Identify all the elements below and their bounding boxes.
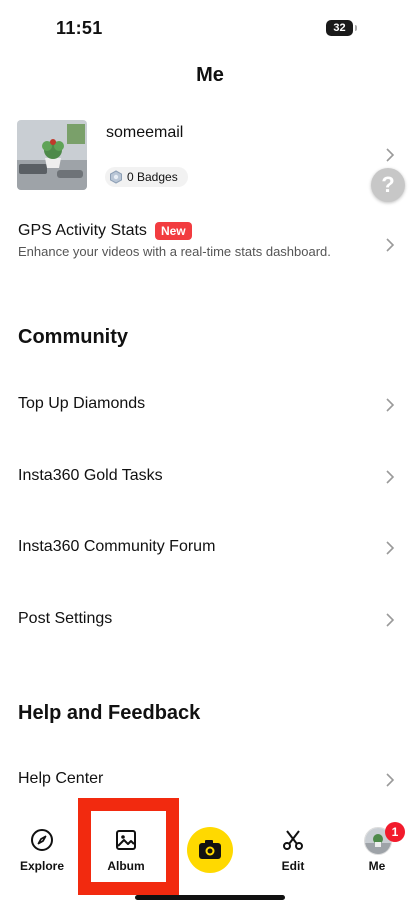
battery-icon: 32: [326, 20, 353, 36]
badges-label: 0 Badges: [127, 170, 178, 184]
menu-item-label: Help Center: [18, 770, 104, 787]
chevron-right-icon: [386, 148, 395, 162]
image-icon: [116, 830, 136, 850]
help-feedback-section-title: Help and Feedback: [18, 702, 201, 724]
battery-tip: [355, 25, 357, 31]
menu-item-label: Insta360 Gold Tasks: [18, 467, 163, 484]
chevron-right-icon: [386, 541, 395, 555]
menu-item-post-settings[interactable]: Post Settings: [0, 598, 420, 642]
bottom-tab-bar: Explore Album Edit Me 1: [0, 808, 420, 909]
menu-item-help-center[interactable]: Help Center: [0, 758, 420, 802]
menu-item-community-forum[interactable]: Insta360 Community Forum: [0, 526, 420, 570]
menu-item-label: Insta360 Community Forum: [18, 538, 216, 555]
chevron-right-icon: [386, 238, 395, 252]
tab-album-label: Album: [107, 859, 145, 873]
tab-edit-label: Edit: [281, 859, 305, 873]
notification-badge: 1: [385, 822, 405, 842]
compass-icon: [31, 829, 53, 851]
tab-explore[interactable]: Explore: [2, 808, 82, 888]
tab-album[interactable]: Album: [86, 808, 166, 888]
profile-avatar[interactable]: [17, 120, 87, 190]
status-time: 11:51: [56, 18, 103, 38]
gps-title: GPS Activity Stats: [18, 222, 147, 239]
help-question-button[interactable]: ?: [371, 168, 405, 202]
badges-pill[interactable]: 0 Badges: [105, 167, 188, 187]
community-section-title: Community: [18, 326, 128, 348]
home-indicator: [135, 895, 285, 900]
chevron-right-icon: [386, 470, 395, 484]
badge-hexagon-icon: [110, 170, 122, 184]
tab-explore-label: Explore: [19, 859, 64, 873]
page-title: Me: [196, 64, 224, 86]
gps-activity-stats-item[interactable]: GPS Activity Stats New Enhance your vide…: [18, 222, 408, 259]
profile-username: someemail: [106, 124, 184, 141]
camera-icon: [199, 840, 221, 859]
chevron-right-icon: [386, 773, 395, 787]
camera-button[interactable]: [187, 827, 233, 873]
scissors-icon: [283, 830, 303, 850]
menu-item-label: Post Settings: [18, 610, 113, 627]
chevron-right-icon: [386, 613, 395, 627]
status-bar: 11:51 32: [0, 0, 420, 56]
new-badge: New: [154, 222, 192, 240]
menu-item-gold-tasks[interactable]: Insta360 Gold Tasks: [0, 455, 420, 499]
gps-subtitle: Enhance your videos with a real-time sta…: [18, 244, 331, 259]
tab-me-label: Me: [368, 859, 386, 873]
chevron-right-icon: [386, 398, 395, 412]
profile-row[interactable]: someemail 0 Badges: [0, 117, 420, 193]
menu-item-top-up-diamonds[interactable]: Top Up Diamonds: [0, 383, 420, 427]
tab-edit[interactable]: Edit: [253, 808, 333, 888]
menu-item-label: Top Up Diamonds: [18, 395, 146, 412]
